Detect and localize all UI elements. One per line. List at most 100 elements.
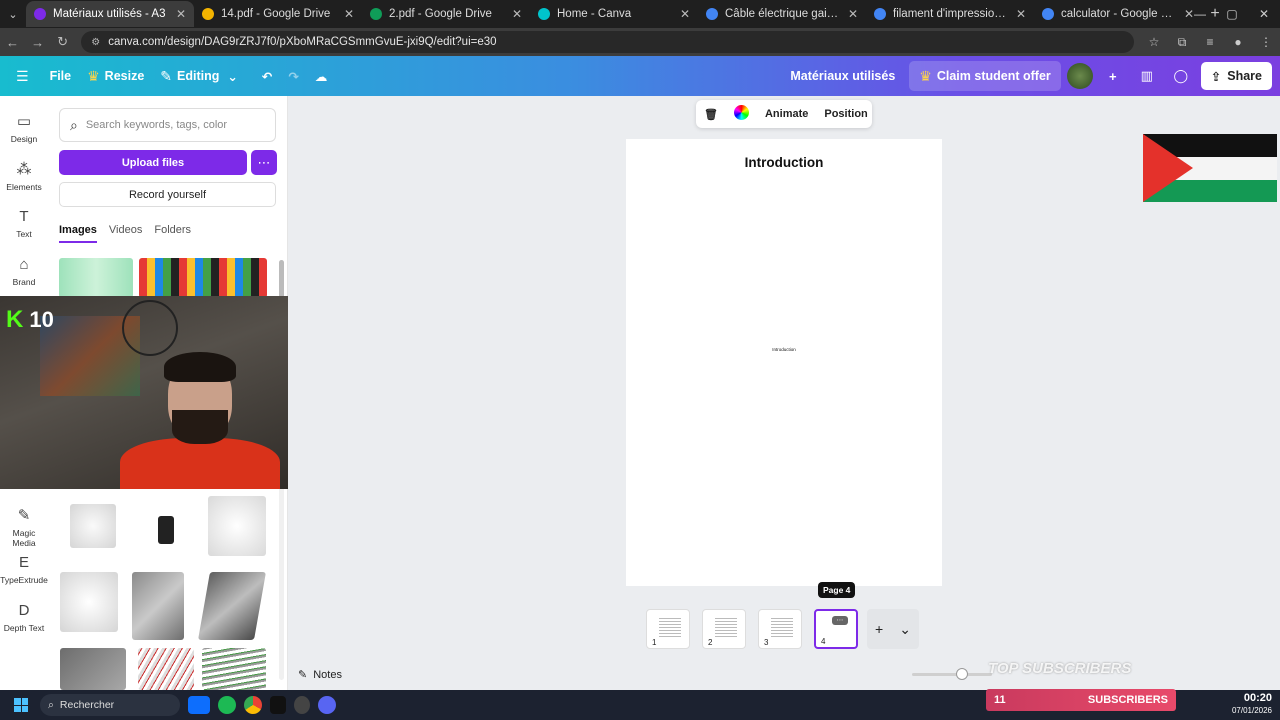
tab-14pdf[interactable]: 14.pdf - Google Drive ✕ <box>194 1 362 27</box>
add-collaborator-icon[interactable]: + <box>1099 62 1127 90</box>
image-thumb-wires[interactable] <box>202 648 266 690</box>
tab-cable[interactable]: Câble électrique gainé - Googl ✕ <box>698 1 866 27</box>
rail-item-text[interactable]: T Text <box>0 208 48 239</box>
notes-label: Notes <box>313 668 342 681</box>
rail-item-design[interactable]: ▭ Design <box>0 112 48 144</box>
file-menu[interactable]: File <box>42 61 80 91</box>
reload-icon[interactable]: ↻ <box>50 34 75 50</box>
upload-files-button[interactable]: Upload files <box>59 150 247 175</box>
cloud-save-icon[interactable]: ☁ <box>307 61 336 91</box>
palestine-flag-image[interactable] <box>1143 134 1277 202</box>
close-icon[interactable]: ✕ <box>848 7 858 21</box>
spotify-app-icon[interactable] <box>218 696 236 714</box>
media-icon[interactable]: ≡ <box>1196 35 1224 50</box>
tab-calculator[interactable]: calculator - Google Search ✕ <box>1034 1 1202 27</box>
drive-favicon-icon <box>370 8 382 20</box>
url-input[interactable]: ⚙ canva.com/design/DAG9rZRJ7f0/pXboMRaCG… <box>81 31 1134 53</box>
claim-student-offer-button[interactable]: ♛ Claim student offer <box>909 61 1061 91</box>
design-page[interactable]: Introduction Introduction <box>626 139 942 586</box>
zoom-slider[interactable] <box>912 673 992 676</box>
more-options-icon[interactable]: ⋯ <box>251 150 277 175</box>
animate-button[interactable]: Animate <box>757 108 816 120</box>
comment-icon[interactable]: ◯ <box>1167 62 1195 90</box>
page-small-text[interactable]: Introduction <box>626 347 942 352</box>
zoom-slider-knob[interactable] <box>956 668 968 680</box>
windows-start-icon[interactable] <box>14 698 28 712</box>
close-window-icon[interactable]: ✕ <box>1248 0 1280 28</box>
image-thumb-filaments[interactable] <box>139 258 267 298</box>
page-thumb-4[interactable]: ⋯ 4 <box>814 609 858 649</box>
edge-app-icon[interactable] <box>188 696 210 714</box>
doc-title[interactable]: Matériaux utilisés <box>782 61 903 91</box>
image-thumb-tee[interactable] <box>132 572 184 640</box>
search-icon: ⌕ <box>70 116 78 133</box>
undo-button[interactable]: ↶ <box>254 61 280 91</box>
search-input[interactable]: ⌕ Search keywords, tags, color <box>59 108 276 142</box>
main-menu-button[interactable]: ☰ <box>8 61 42 91</box>
chrome-app-icon[interactable] <box>244 696 262 714</box>
tiktok-app-icon[interactable] <box>270 696 286 714</box>
page-thumb-2[interactable]: 2 <box>702 609 746 649</box>
redo-button[interactable]: ↷ <box>280 61 306 91</box>
tab-2pdf[interactable]: 2.pdf - Google Drive ✕ <box>362 1 530 27</box>
close-icon[interactable]: ✕ <box>512 7 522 21</box>
extensions-icon[interactable]: ⧉ <box>1168 35 1196 50</box>
plus-icon: + <box>875 621 884 637</box>
tab-home-canva[interactable]: Home - Canva ✕ <box>530 1 698 27</box>
image-thumb-pipe[interactable] <box>198 572 266 640</box>
back-icon[interactable]: ← <box>0 35 25 50</box>
tab-search-icon[interactable]: ⌄ <box>0 0 26 28</box>
taskbar-clock[interactable]: 00:20 07/01/2026 <box>1232 692 1272 717</box>
image-thumb-elbow[interactable] <box>60 648 126 690</box>
notes-button[interactable]: ✎ Notes <box>298 668 342 682</box>
profile-icon[interactable]: ● <box>1224 35 1252 50</box>
minimize-icon[interactable]: — <box>1184 0 1216 28</box>
image-thumb-pipes[interactable] <box>59 258 133 298</box>
tab-folders[interactable]: Folders <box>154 224 191 243</box>
close-icon[interactable]: ✕ <box>1016 7 1026 21</box>
more-options-icon[interactable]: ⋯ <box>832 616 848 625</box>
chevron-down-icon[interactable]: ⌄ <box>899 621 911 638</box>
image-thumb-caps2[interactable] <box>60 572 118 632</box>
thumb-preview <box>771 616 793 638</box>
rail-item-typeextrude[interactable]: E TypeExtrude <box>0 554 48 585</box>
rail-item-elements[interactable]: ⁂ Elements <box>0 160 48 192</box>
forward-icon[interactable]: → <box>25 35 50 50</box>
bookmark-star-icon[interactable]: ☆ <box>1140 35 1168 50</box>
page-title[interactable]: Introduction <box>626 155 942 170</box>
color-picker[interactable] <box>726 105 757 123</box>
share-button[interactable]: ⇪ Share <box>1200 62 1272 90</box>
discord-app-icon[interactable] <box>318 696 336 714</box>
record-yourself-button[interactable]: Record yourself <box>59 182 276 207</box>
add-page-button[interactable]: + ⌄ <box>867 609 919 649</box>
tab-images[interactable]: Images <box>59 224 97 243</box>
image-thumb-cable[interactable] <box>138 648 194 690</box>
rail-item-depth-text[interactable]: D Depth Text <box>0 602 48 633</box>
typeextrude-icon: E <box>18 554 29 571</box>
maximize-icon[interactable]: ▢ <box>1216 0 1248 28</box>
taskbar-search-input[interactable]: ⌕ Rechercher <box>40 694 180 716</box>
menu-dots-icon[interactable]: ⋮ <box>1252 35 1280 50</box>
editing-dropdown[interactable]: ✎ Editing ⌄ <box>152 61 246 91</box>
trash-icon[interactable]: 🗑 <box>696 108 726 121</box>
page-thumb-1[interactable]: 1 <box>646 609 690 649</box>
close-icon[interactable]: ✕ <box>680 7 690 21</box>
avatar[interactable] <box>1066 63 1093 89</box>
position-button[interactable]: Position <box>816 108 875 120</box>
image-thumb-caps[interactable] <box>208 496 266 556</box>
rail-item-magic-media[interactable]: ✎ Magic Media <box>0 506 48 548</box>
close-icon[interactable]: ✕ <box>176 7 186 21</box>
editing-label: Editing <box>177 69 220 83</box>
resize-button[interactable]: ♛ Resize <box>79 61 152 91</box>
rail-item-brand[interactable]: ⌂ Brand <box>0 256 48 287</box>
tab-videos[interactable]: Videos <box>109 224 142 243</box>
close-icon[interactable]: ✕ <box>344 7 354 21</box>
image-thumb-socket[interactable] <box>158 516 174 544</box>
tab-materiaux[interactable]: Matériaux utilisés - A3 ✕ <box>26 1 194 27</box>
insights-chart-icon[interactable]: ▥ <box>1133 62 1161 90</box>
obs-app-icon[interactable] <box>294 696 310 714</box>
page-thumb-3[interactable]: 3 <box>758 609 802 649</box>
site-info-icon[interactable]: ⚙ <box>91 37 100 48</box>
tab-filament[interactable]: filament d'impression 3d - Goo ✕ <box>866 1 1034 27</box>
image-thumb-plug[interactable] <box>70 504 116 548</box>
